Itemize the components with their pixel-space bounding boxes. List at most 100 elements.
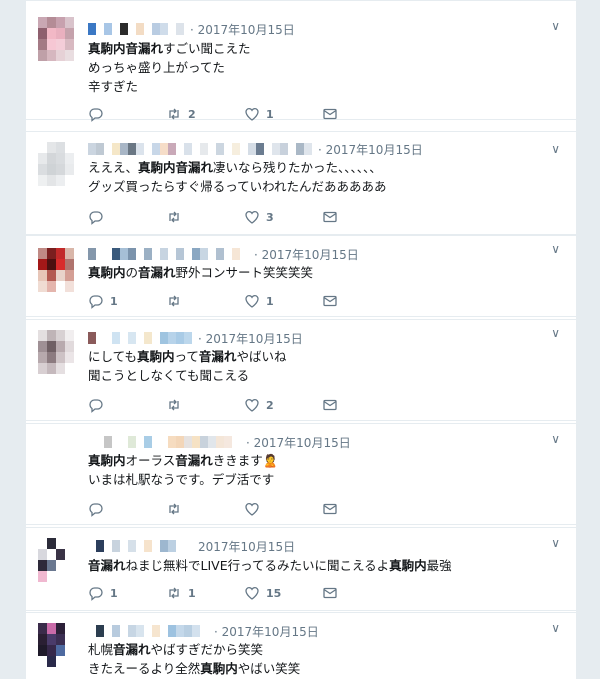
text-bold: 音漏れ: [88, 558, 126, 573]
reply-button[interactable]: [88, 501, 166, 517]
like-button[interactable]: 15: [244, 585, 322, 601]
tweet[interactable]: · 2017年10月15日 ∨ 真駒内の音漏れ野外コンサート笑笑笑笑 1 1: [26, 235, 576, 317]
user-name-blurred[interactable]: [88, 436, 240, 448]
text: オーラス: [125, 453, 176, 468]
tweet[interactable]: · 2017年10月15日 ∨ 札幌音漏れやばすぎだから笑笑 きたえーるより全然…: [26, 612, 576, 679]
user-name-blurred[interactable]: [88, 248, 248, 260]
text: って: [174, 349, 199, 364]
avatar[interactable]: [38, 17, 74, 61]
reply-button[interactable]: [88, 209, 166, 225]
tweet-line: 真駒内オーラス音漏れききます🙎: [88, 451, 558, 470]
chevron-down-icon[interactable]: ∨: [551, 621, 560, 635]
tweet[interactable]: · 2017年10月15日 ∨ えええ、真駒内音漏れ凄いなら残りたかった、、、、…: [26, 131, 576, 235]
text: めっちゃ盛り上がってた: [88, 60, 225, 75]
like-icon: [245, 586, 259, 600]
like-button[interactable]: 2: [244, 397, 322, 413]
dm-button[interactable]: [322, 397, 400, 413]
tweet-actions: 2 1: [88, 105, 400, 123]
tweet[interactable]: · 2017年10月15日 ∨ 真駒内オーラス音漏れききます🙎 いまは札駅なうで…: [26, 423, 576, 525]
chevron-down-icon[interactable]: ∨: [551, 536, 560, 550]
tweet-date[interactable]: 2017年10月15日: [198, 538, 295, 555]
avatar[interactable]: [38, 142, 74, 186]
tweet-date[interactable]: · 2017年10月15日: [318, 141, 423, 158]
tweet-line: 真駒内の音漏れ野外コンサート笑笑笑笑: [88, 263, 558, 282]
dm-button[interactable]: [322, 293, 400, 309]
retweet-icon: [169, 295, 179, 307]
tweet-header: · 2017年10月15日: [88, 21, 295, 37]
text: やばい笑笑: [237, 661, 301, 676]
text: やばいね: [236, 349, 287, 364]
tweet-date[interactable]: · 2017年10月15日: [198, 330, 303, 347]
message-icon: [323, 295, 337, 307]
reply-icon: [89, 211, 103, 225]
user-name-blurred[interactable]: [88, 332, 192, 344]
reply-icon: [89, 503, 103, 517]
avatar[interactable]: [38, 248, 74, 292]
tweet-date[interactable]: · 2017年10月15日: [214, 623, 319, 640]
reply-button[interactable]: [88, 106, 166, 122]
tweet[interactable]: 2017年10月15日 ∨ 音漏れねまじ無料でLIVE行ってるみたいに聞こえるよ…: [26, 527, 576, 611]
like-button[interactable]: 1: [244, 293, 322, 309]
tweet-line: にしても真駒内って音漏れやばいね: [88, 347, 558, 366]
text: ききます🙎: [212, 453, 279, 468]
text: ねまじ無料でLIVE行ってるみたいに聞こえるよ: [125, 558, 390, 573]
chevron-down-icon[interactable]: ∨: [551, 19, 560, 33]
like-count: 1: [266, 294, 274, 308]
tweet-actions: 2: [88, 396, 400, 414]
tweet-header: · 2017年10月15日: [88, 623, 319, 639]
tweet-text: 札幌音漏れやばすぎだから笑笑 きたえーるより全然真駒内やばい笑笑: [88, 640, 558, 678]
chevron-down-icon[interactable]: ∨: [551, 142, 560, 156]
reply-icon: [89, 295, 103, 309]
like-button[interactable]: 3: [244, 209, 322, 225]
tweet-line: めっちゃ盛り上がってた: [88, 58, 558, 77]
user-name-blurred[interactable]: [88, 23, 184, 35]
text-bold: 音漏れ: [113, 642, 151, 657]
reply-button[interactable]: 1: [88, 293, 166, 309]
user-name-blurred[interactable]: [88, 540, 192, 552]
user-name-blurred[interactable]: [88, 625, 208, 637]
text: グッズ買ったらすぐ帰るっていわれたんだあああああ: [88, 179, 387, 194]
text: きたえーるより全然: [88, 661, 201, 676]
like-count: 2: [266, 398, 274, 412]
avatar[interactable]: [38, 330, 74, 374]
tweet-line: きたえーるより全然真駒内やばい笑笑: [88, 659, 558, 678]
tweet-text: 真駒内音漏れすごい聞こえた めっちゃ盛り上がってた 辛すぎた: [88, 39, 558, 96]
like-button[interactable]: 1: [244, 106, 322, 122]
text: えええ、: [88, 160, 139, 175]
tweet-date[interactable]: · 2017年10月15日: [190, 21, 295, 38]
dm-button[interactable]: [322, 585, 400, 601]
dm-button[interactable]: [322, 209, 400, 225]
like-count: 15: [266, 586, 282, 600]
retweet-button[interactable]: [166, 293, 244, 309]
chevron-down-icon[interactable]: ∨: [551, 326, 560, 340]
dm-button[interactable]: [322, 501, 400, 517]
tweet-actions: [88, 500, 400, 518]
tweet-header: · 2017年10月15日: [88, 434, 351, 450]
avatar[interactable]: [38, 538, 74, 582]
retweet-button[interactable]: [166, 209, 244, 225]
reply-button[interactable]: [88, 397, 166, 413]
retweet-button[interactable]: 2: [166, 106, 244, 122]
like-count: 1: [266, 107, 274, 121]
retweet-button[interactable]: 1: [166, 585, 244, 601]
reply-icon: [89, 399, 103, 413]
retweet-button[interactable]: [166, 501, 244, 517]
retweet-icon: [169, 503, 179, 515]
tweet-date[interactable]: · 2017年10月15日: [254, 246, 359, 263]
user-name-blurred[interactable]: [88, 143, 312, 155]
tweet[interactable]: · 2017年10月15日 ∨ にしても真駒内って音漏れやばいね 聞こうとしなく…: [26, 319, 576, 421]
avatar[interactable]: [38, 623, 74, 667]
message-icon: [323, 399, 337, 411]
text-bold: 真駒内: [88, 453, 126, 468]
tweet[interactable]: · 2017年10月15日 ∨ 真駒内音漏れすごい聞こえた めっちゃ盛り上がって…: [26, 0, 576, 123]
reply-button[interactable]: 1: [88, 585, 166, 601]
chevron-down-icon[interactable]: ∨: [551, 432, 560, 446]
dm-button[interactable]: [322, 106, 400, 122]
text-bold: 音漏れ: [175, 453, 213, 468]
text-bold: 真駒内: [200, 661, 238, 676]
retweet-button[interactable]: [166, 397, 244, 413]
like-button[interactable]: [244, 501, 322, 517]
tweet-text: 真駒内オーラス音漏れききます🙎 いまは札駅なうです。デブ活です: [88, 451, 558, 489]
tweet-date[interactable]: · 2017年10月15日: [246, 434, 351, 451]
chevron-down-icon[interactable]: ∨: [551, 242, 560, 256]
